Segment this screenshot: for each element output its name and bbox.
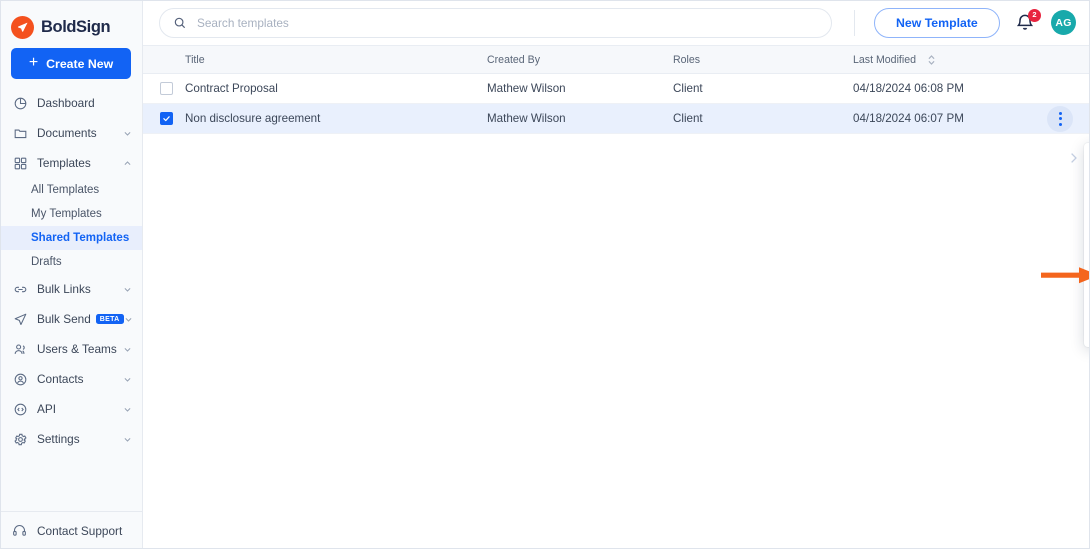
sort-updown-icon[interactable] <box>927 54 936 66</box>
sidebar-item-label: Users & Teams <box>37 342 117 356</box>
chevron-up-icon <box>122 158 132 168</box>
sidebar-subitem-label: Drafts <box>31 256 62 268</box>
code-circle-icon <box>12 401 28 417</box>
users-icon <box>12 341 28 357</box>
top-bar-right: 2 AG <box>1015 8 1076 35</box>
sidebar-subitem-drafts[interactable]: Drafts <box>0 250 142 274</box>
sidebar-item-bulk-send[interactable]: Bulk Send BETA <box>0 304 142 334</box>
row-checkbox[interactable] <box>160 112 173 125</box>
sidebar-item-contacts[interactable]: Contacts <box>0 364 142 394</box>
contact-circle-icon <box>12 371 28 387</box>
menu-item-use-template[interactable]: Use template <box>1084 149 1090 173</box>
main-content: New Template 2 AG Title <box>143 0 1090 549</box>
sidebar-subitem-my-templates[interactable]: My Templates <box>0 202 142 226</box>
sidebar-item-bulk-links[interactable]: Bulk Links <box>0 274 142 304</box>
search-input[interactable] <box>197 15 818 30</box>
arrow-right-annotation <box>1041 266 1090 284</box>
row-checkbox[interactable] <box>160 82 173 95</box>
table-row[interactable]: Non disclosure agreement Mathew Wilson C… <box>143 104 1090 134</box>
row-select-cell[interactable] <box>143 82 185 95</box>
create-new-button[interactable]: + Create New <box>11 48 131 79</box>
menu-item-delete[interactable]: Delete <box>1084 317 1090 341</box>
new-template-button[interactable]: New Template <box>874 7 1000 38</box>
chevron-right-icon[interactable] <box>1066 147 1081 174</box>
column-header-created-by[interactable]: Created By <box>487 54 673 66</box>
notification-count-badge: 2 <box>1028 8 1041 22</box>
cell-created-by: Mathew Wilson <box>487 112 566 125</box>
chevron-down-icon <box>122 434 132 444</box>
kebab-menu-icon[interactable] <box>1047 105 1073 132</box>
table-row[interactable]: Contract Proposal Mathew Wilson Client 0… <box>143 74 1090 104</box>
sidebar-subitem-label: All Templates <box>31 184 100 196</box>
menu-item-download-document[interactable]: Download document <box>1084 293 1090 317</box>
sidebar-item-dashboard[interactable]: Dashboard <box>0 88 142 118</box>
cell-last-modified: 04/18/2024 06:08 PM <box>853 82 964 95</box>
menu-item-edit-template[interactable]: Edit template <box>1084 173 1090 197</box>
beta-badge: BETA <box>95 314 124 324</box>
boldsign-app-window: BoldSign + Create New Dashboard Document… <box>0 0 1090 549</box>
send-icon <box>12 311 28 327</box>
plus-icon: + <box>28 53 39 71</box>
toolbar-divider <box>854 9 855 36</box>
sidebar-item-users-teams[interactable]: Users & Teams <box>0 334 142 364</box>
cell-title: Contract Proposal <box>185 82 278 95</box>
avatar[interactable]: AG <box>1051 10 1076 35</box>
table-header-row: Title Created By Roles Last Modified <box>143 45 1090 74</box>
column-header-title[interactable]: Title <box>185 54 487 66</box>
chevron-down-icon <box>122 404 132 414</box>
headset-icon <box>12 523 28 539</box>
column-header-roles[interactable]: Roles <box>673 54 853 66</box>
sidebar-item-templates[interactable]: Templates <box>0 148 142 178</box>
chevron-down-icon <box>122 344 132 354</box>
chevron-down-icon <box>122 284 132 294</box>
sidebar-item-documents[interactable]: Documents <box>0 118 142 148</box>
sidebar-item-label: Bulk Links <box>37 282 91 296</box>
sidebar-item-label: Dashboard <box>37 96 95 110</box>
row-select-cell[interactable] <box>143 112 185 125</box>
paper-plane-icon <box>11 16 34 39</box>
notifications-button[interactable]: 2 <box>1015 8 1041 34</box>
sidebar-item-label: API <box>37 402 57 416</box>
sidebar-item-label: Settings <box>37 432 80 446</box>
top-bar: New Template 2 AG <box>143 0 1090 45</box>
search-bar[interactable] <box>159 7 832 38</box>
gear-icon <box>12 431 28 447</box>
cell-title: Non disclosure agreement <box>185 112 321 125</box>
sidebar-item-settings[interactable]: Settings <box>0 424 142 454</box>
sidebar-subitem-all-templates[interactable]: All Templates <box>0 178 142 202</box>
search-icon <box>173 16 187 30</box>
chevron-down-icon <box>124 314 133 324</box>
contact-support-label: Contact Support <box>37 523 123 538</box>
sidebar-item-label: Templates <box>37 156 91 170</box>
templates-table: Title Created By Roles Last Modified Con… <box>143 45 1090 134</box>
sidebar-nav: Dashboard Documents Templates All Templa… <box>0 88 142 511</box>
sidebar-item-label: Documents <box>37 126 97 140</box>
column-header-last-modified[interactable]: Last Modified <box>853 54 1090 66</box>
menu-item-copy-template-id[interactable]: Copy template ID <box>1084 221 1090 245</box>
brand-logo[interactable]: BoldSign <box>0 0 142 44</box>
brand-name: BoldSign <box>41 18 111 36</box>
menu-item-bulk-send[interactable]: Bulk send <box>1084 197 1090 221</box>
dashboard-pie-icon <box>12 95 28 111</box>
link-icon <box>12 281 28 297</box>
sidebar-item-label: Bulk Send <box>37 312 91 326</box>
cell-roles: Client <box>673 82 703 95</box>
chevron-down-icon <box>122 128 132 138</box>
folder-icon <box>12 125 28 141</box>
cell-roles: Client <box>673 112 703 125</box>
chevron-down-icon <box>122 374 132 384</box>
sidebar: BoldSign + Create New Dashboard Document… <box>0 0 143 549</box>
sidebar-subitem-label: Shared Templates <box>31 232 130 244</box>
sidebar-subitem-shared-templates[interactable]: Shared Templates <box>0 226 142 250</box>
cell-created-by: Mathew Wilson <box>487 82 566 95</box>
column-header-label: Last Modified <box>853 53 917 66</box>
sidebar-subitem-label: My Templates <box>31 208 102 220</box>
create-new-label: Create New <box>46 56 114 71</box>
row-context-menu: Use template Edit template Bulk send <box>1084 143 1090 347</box>
sidebar-item-api[interactable]: API <box>0 394 142 424</box>
grid-icon <box>12 155 28 171</box>
contact-support-button[interactable]: Contact Support <box>0 511 142 549</box>
sidebar-item-label: Contacts <box>37 372 84 386</box>
